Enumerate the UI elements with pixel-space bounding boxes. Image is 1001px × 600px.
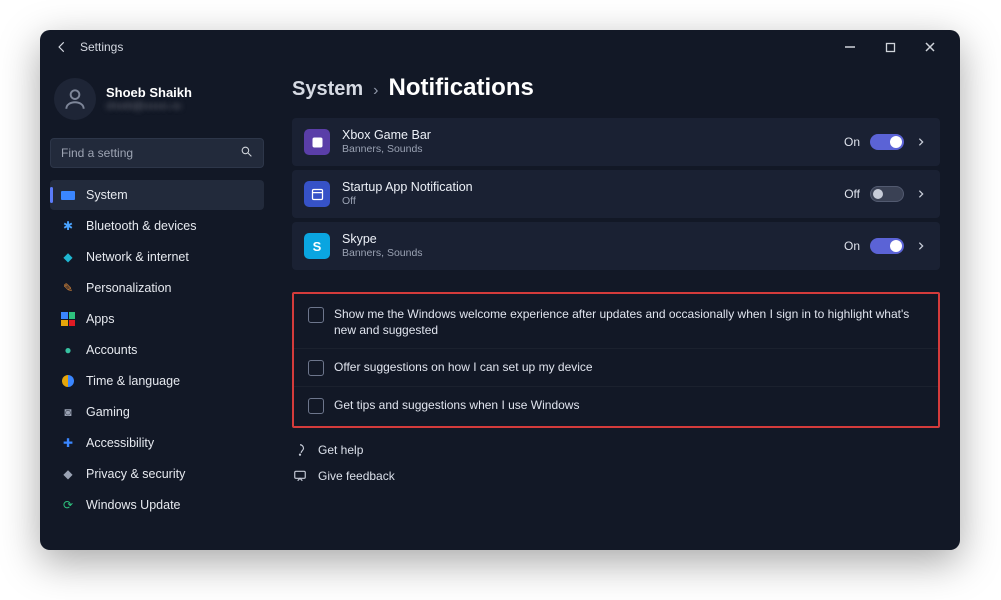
app-row-title: Skype [342,232,832,248]
system-icon [60,187,76,203]
app-row-title: Xbox Game Bar [342,128,832,144]
breadcrumb-parent[interactable]: System [292,78,363,101]
gamepad-icon: ◙ [60,404,76,420]
update-icon: ⟳ [60,497,76,513]
skype-icon: S [304,233,330,259]
sidebar-item-update[interactable]: ⟳ Windows Update [50,490,264,520]
globe-icon [60,373,76,389]
app-row-sub: Banners, Sounds [342,247,832,260]
bluetooth-icon: ✱ [60,218,76,234]
sidebar-item-label: Time & language [86,374,180,388]
app-row-title: Startup App Notification [342,180,832,196]
sidebar-item-label: Windows Update [86,498,181,512]
xbox-icon [304,129,330,155]
sidebar-item-label: Accessibility [86,436,154,450]
sidebar-item-label: Network & internet [86,250,189,264]
checkbox-row-suggestions[interactable]: Offer suggestions on how I can set up my… [294,348,938,386]
chevron-right-icon[interactable] [914,135,928,149]
app-row-sub: Off [342,195,832,208]
chevron-right-icon[interactable] [914,187,928,201]
sidebar: Shoeb Shaikh shoeb@xxxxx.xx System ✱ Blue… [40,64,272,550]
maximize-button[interactable] [870,33,910,61]
profile-name: Shoeb Shaikh [106,85,192,101]
checkbox-label: Show me the Windows welcome experience a… [334,306,924,338]
user-profile[interactable]: Shoeb Shaikh shoeb@xxxxx.xx [50,74,264,126]
search-box[interactable] [50,138,264,168]
sidebar-item-label: System [86,188,128,202]
footer-link-label: Get help [318,443,363,457]
sidebar-item-label: Privacy & security [86,467,185,481]
app-row-startup[interactable]: Startup App Notification Off Off [292,170,940,218]
chevron-right-icon[interactable] [914,239,928,253]
footer-link-label: Give feedback [318,469,395,483]
app-row-xbox[interactable]: Xbox Game Bar Banners, Sounds On [292,118,940,166]
shield-icon: ◆ [60,466,76,482]
additional-settings-highlight: Show me the Windows welcome experience a… [292,292,940,428]
main-content: System › Notifications Xbox Game Bar Ban… [272,64,960,550]
app-notification-list: Xbox Game Bar Banners, Sounds On Startup… [292,118,940,270]
sidebar-item-system[interactable]: System [50,180,264,210]
toggle-state-label: On [844,135,860,149]
toggle-state-label: Off [844,187,860,201]
sidebar-nav: System ✱ Bluetooth & devices ◆ Network & i… [50,180,264,520]
search-input[interactable] [61,146,240,160]
sidebar-item-label: Gaming [86,405,130,419]
chevron-right-icon: › [373,82,378,100]
settings-window: Settings Shoeb Shaikh shoeb@xxxxx.xx [40,30,960,550]
toggle-switch[interactable] [870,186,904,202]
window-title: Settings [80,40,123,54]
sidebar-item-network[interactable]: ◆ Network & internet [50,242,264,272]
checkbox-row-welcome[interactable]: Show me the Windows welcome experience a… [294,296,938,348]
sidebar-item-bluetooth[interactable]: ✱ Bluetooth & devices [50,211,264,241]
page-title: Notifications [388,74,533,102]
checkbox-label: Offer suggestions on how I can set up my… [334,359,593,375]
startup-app-icon [304,181,330,207]
get-help-link[interactable]: Get help [292,440,940,460]
app-row-sub: Banners, Sounds [342,143,832,156]
wifi-icon: ◆ [60,249,76,265]
accessibility-icon: ✚ [60,435,76,451]
person-icon: ● [60,342,76,358]
minimize-button[interactable] [830,33,870,61]
apps-icon [60,311,76,327]
app-row-skype[interactable]: S Skype Banners, Sounds On [292,222,940,270]
close-button[interactable] [910,33,950,61]
sidebar-item-gaming[interactable]: ◙ Gaming [50,397,264,427]
checkbox-row-tips[interactable]: Get tips and suggestions when I use Wind… [294,386,938,424]
checkbox[interactable] [308,398,324,414]
search-icon [240,145,253,161]
give-feedback-link[interactable]: Give feedback [292,466,940,486]
sidebar-item-accessibility[interactable]: ✚ Accessibility [50,428,264,458]
breadcrumb: System › Notifications [292,74,940,102]
sidebar-item-apps[interactable]: Apps [50,304,264,334]
sidebar-item-personalization[interactable]: ✎ Personalization [50,273,264,303]
toggle-state-label: On [844,239,860,253]
brush-icon: ✎ [60,280,76,296]
sidebar-item-time[interactable]: Time & language [50,366,264,396]
avatar [54,78,96,120]
sidebar-item-label: Bluetooth & devices [86,219,197,233]
toggle-switch[interactable] [870,238,904,254]
toggle-switch[interactable] [870,134,904,150]
sidebar-item-label: Accounts [86,343,137,357]
titlebar: Settings [40,30,960,64]
checkbox[interactable] [308,307,324,323]
profile-email: shoeb@xxxxx.xx [106,101,192,113]
checkbox-label: Get tips and suggestions when I use Wind… [334,397,579,413]
help-icon [292,442,308,458]
footer-links: Get help Give feedback [292,440,940,486]
back-icon[interactable] [54,39,70,55]
sidebar-item-label: Personalization [86,281,171,295]
sidebar-item-label: Apps [86,312,115,326]
feedback-icon [292,468,308,484]
sidebar-item-accounts[interactable]: ● Accounts [50,335,264,365]
checkbox[interactable] [308,360,324,376]
sidebar-item-privacy[interactable]: ◆ Privacy & security [50,459,264,489]
